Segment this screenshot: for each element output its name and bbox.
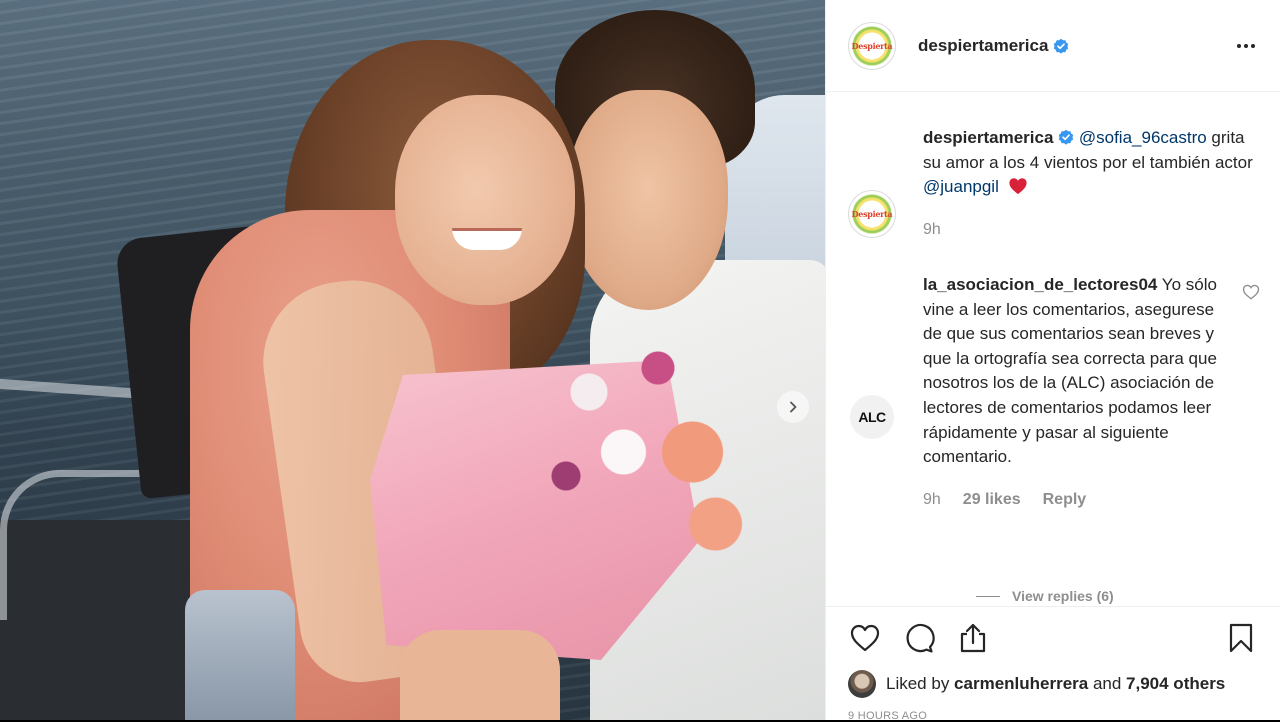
comment-like-heart-icon[interactable] (1242, 283, 1260, 301)
chevron-right-icon (790, 401, 797, 413)
caption-body: despiertamerica @sofia_96castro grita su… (923, 126, 1258, 242)
photo-woman-face (395, 95, 575, 305)
more-dot (1244, 43, 1248, 48)
comment-bubble-icon (906, 623, 935, 653)
comment-button[interactable] (902, 621, 936, 655)
verified-badge-icon (1058, 129, 1074, 145)
more-options-button[interactable] (1234, 43, 1258, 48)
liker-username[interactable]: carmenluherrera (954, 674, 1088, 693)
comment-likes[interactable]: 29 likes (963, 488, 1021, 513)
view-replies-button[interactable]: View replies (6) (976, 588, 1114, 604)
account-avatar[interactable]: Despierta (848, 21, 896, 70)
comment-time[interactable]: 9h (923, 488, 941, 513)
comment-username[interactable]: la_asociacion_de_lectores04 (923, 275, 1157, 294)
caption-username[interactable]: despiertamerica (923, 128, 1053, 147)
likes-summary: Liked by carmenluherrera and 7,904 other… (848, 668, 1270, 700)
caption-time[interactable]: 9h (923, 218, 941, 243)
comment-text: Yo sólo vine a leer los comentarios, ase… (923, 275, 1217, 467)
post-photo[interactable] (0, 0, 825, 720)
caption-mention-sofia[interactable]: @sofia_96castro (1079, 128, 1207, 147)
caption-mention-juanpgil[interactable]: @juanpgil (923, 177, 999, 196)
comment-avatar[interactable]: ALC (848, 393, 896, 441)
verified-badge-icon (1054, 38, 1069, 54)
account-username[interactable]: despiertamerica (918, 36, 1048, 56)
instagram-post: Despierta despiertamerica Despierta desp… (0, 0, 1280, 722)
view-replies-label: View replies (6) (1012, 588, 1114, 604)
photo-hand (400, 630, 560, 720)
comment-reply-button[interactable]: Reply (1043, 488, 1087, 513)
post-actions (826, 606, 1280, 668)
more-dot (1237, 43, 1241, 48)
bookmark-icon (1229, 623, 1253, 652)
likes-others-count[interactable]: 7,904 others (1126, 674, 1225, 693)
post-sidebar: Despierta despiertamerica Despierta desp… (825, 0, 1280, 722)
likes-text: Liked by carmenluherrera and 7,904 other… (886, 674, 1225, 694)
caption-avatar[interactable]: Despierta (848, 190, 896, 238)
comment-item: ALC la_asociacion_de_lectores04 Yo sólo … (848, 273, 1260, 512)
comment-avatar-logo: ALC (850, 395, 894, 439)
photo-jeans (185, 590, 295, 720)
save-button[interactable] (1224, 621, 1258, 655)
more-dot (1251, 43, 1255, 48)
post-timestamp[interactable]: 9 HOURS AGO (848, 710, 927, 722)
header-user: despiertamerica (918, 36, 1069, 56)
caption-meta: 9h (923, 218, 1258, 243)
likes-middle: and (1088, 674, 1127, 693)
comment-body: la_asociacion_de_lectores04 Yo sólo vine… (923, 273, 1258, 512)
comments-list[interactable]: Despierta despiertamerica @sofia_96castr… (826, 93, 1280, 606)
post-caption: Despierta despiertamerica @sofia_96castr… (848, 126, 1258, 242)
likes-prefix: Liked by (886, 674, 955, 693)
photo-woman-smile (452, 228, 522, 250)
share-icon (960, 623, 986, 652)
heart-outline-icon (850, 624, 880, 651)
liker-avatar[interactable] (848, 670, 876, 698)
photo-flowers (520, 320, 750, 560)
share-button[interactable] (956, 621, 990, 655)
like-button[interactable] (848, 621, 882, 655)
photo-boat-rail-curve (0, 470, 140, 620)
caption-avatar-logo: Despierta (852, 194, 893, 234)
account-avatar-logo: Despierta (852, 25, 893, 66)
red-heart-emoji-icon (1009, 178, 1027, 195)
next-photo-button[interactable] (777, 391, 809, 423)
post-header: Despierta despiertamerica (826, 0, 1280, 92)
photo-man-face (568, 90, 728, 310)
comment-meta: 9h 29 likes Reply (923, 488, 1228, 513)
